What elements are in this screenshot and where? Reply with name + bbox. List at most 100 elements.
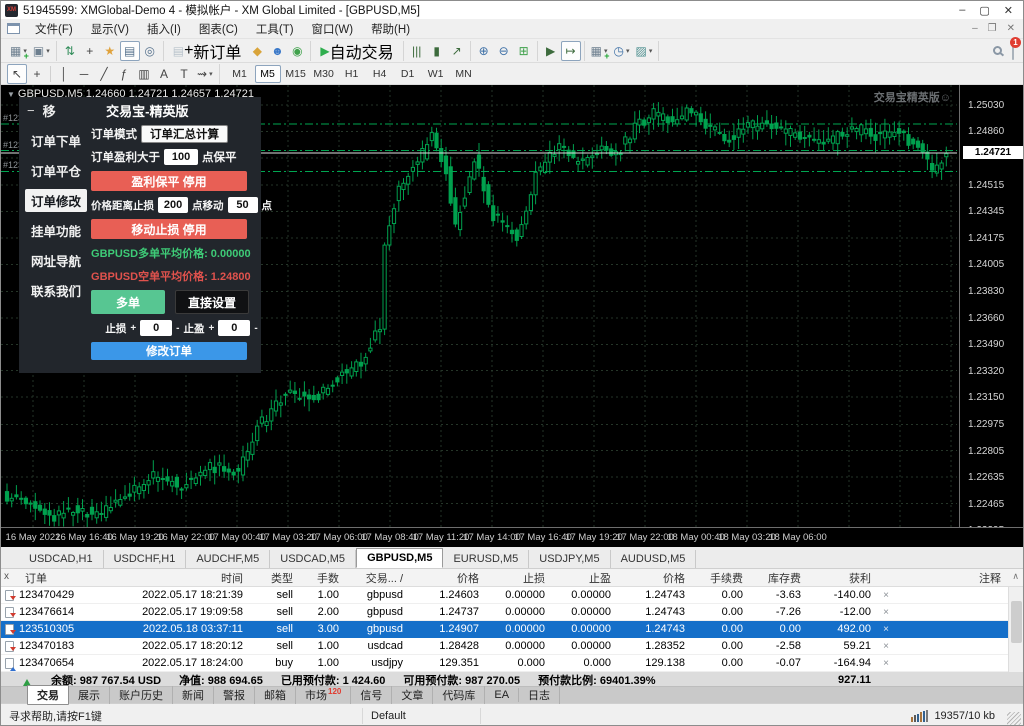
hline-tool[interactable]: ─	[74, 64, 94, 84]
terminal-tab-展示[interactable]: 展示	[69, 686, 110, 704]
order-row[interactable]: 1235103052022.05.18 03:37:11sell3.00gbpu…	[1, 621, 1023, 638]
panel-menu-订单平仓[interactable]: 订单平仓	[25, 159, 87, 182]
modify-order-button[interactable]: 修改订单	[91, 342, 247, 360]
profiles-button[interactable]: ▣▾	[30, 41, 53, 61]
chart-tab-usdjpy-m5[interactable]: USDJPY,M5	[529, 550, 610, 568]
terminal-tab-邮箱[interactable]: 邮箱	[255, 686, 296, 704]
direct-settings-button[interactable]: 直接设置	[175, 290, 249, 314]
chart-tab-usdcad-h1[interactable]: USDCAD,H1	[19, 550, 104, 568]
order-row[interactable]: 1234701832022.05.17 18:20:12sell1.00usdc…	[1, 638, 1023, 655]
panel-menu-网址导航[interactable]: 网址导航	[25, 249, 87, 272]
close-order-icon[interactable]: ×	[877, 607, 895, 618]
periods-button[interactable]: ◷▾	[611, 41, 633, 61]
menu-insert[interactable]: 插入(I)	[138, 22, 190, 38]
sl-input[interactable]	[140, 320, 172, 336]
maximize-button[interactable]: ▢	[979, 4, 989, 17]
close-order-icon[interactable]: ×	[877, 658, 895, 669]
profit-greater-input[interactable]	[164, 149, 198, 165]
order-row[interactable]: 1234706542022.05.17 18:24:00buy1.00usdjp…	[1, 655, 1023, 672]
order-row[interactable]: 1234704292022.05.17 18:21:39sell1.00gbpu…	[1, 587, 1023, 604]
panel-move-handle[interactable]: 移	[43, 101, 56, 120]
chart-bars-button[interactable]: |||	[407, 41, 427, 61]
crosshair-tool[interactable]: +	[27, 64, 47, 84]
new-order-button[interactable]: ▤+新订单	[167, 41, 248, 61]
metaeditor-button[interactable]: ◆	[247, 41, 267, 61]
timeframe-m5[interactable]: M5	[255, 65, 281, 83]
terminal-tab-市场[interactable]: 市场120	[296, 686, 351, 704]
menu-file[interactable]: 文件(F)	[26, 22, 82, 38]
trail-step-input[interactable]	[228, 197, 258, 213]
chart-tab-audusd-m5[interactable]: AUDUSD,M5	[611, 550, 697, 568]
terminal-button[interactable]: ▤	[120, 41, 140, 61]
chart-window-icon[interactable]	[7, 23, 20, 34]
strategy-tester-button[interactable]: ◎	[140, 41, 160, 61]
tp-plus[interactable]: +	[209, 323, 215, 334]
tp-minus[interactable]: -	[254, 323, 257, 334]
close-order-icon[interactable]: ×	[877, 624, 895, 635]
menu-charts[interactable]: 图表(C)	[190, 22, 247, 38]
terminal-tab-新闻[interactable]: 新闻	[173, 686, 214, 704]
time-axis[interactable]: 16 May 202216 May 16:4016 May 19:2016 Ma…	[1, 527, 1024, 547]
terminal-tab-账户历史[interactable]: 账户历史	[110, 686, 173, 704]
trendline-tool[interactable]: ╱	[94, 64, 114, 84]
order-row[interactable]: 1234766142022.05.17 19:09:58sell2.00gbpu…	[1, 604, 1023, 621]
resize-grip[interactable]	[1007, 712, 1021, 726]
text-tool[interactable]: A	[154, 64, 174, 84]
menu-window[interactable]: 窗口(W)	[303, 22, 363, 38]
panel-minimize-button[interactable]: −	[27, 103, 35, 118]
chart-tab-gbpusd-m5[interactable]: GBPUSD,M5	[356, 548, 443, 568]
chart-tab-audchf-m5[interactable]: AUDCHF,M5	[186, 550, 270, 568]
chevron-down-icon[interactable]: ▼	[7, 90, 15, 99]
auto-scroll-button[interactable]: ▶	[541, 41, 561, 61]
long-orders-button[interactable]: 多单	[91, 290, 165, 314]
data-window-button[interactable]: +	[80, 41, 100, 61]
menu-tools[interactable]: 工具(T)	[247, 22, 303, 38]
tile-windows-button[interactable]: ⊞	[514, 41, 534, 61]
timeframe-m1[interactable]: M1	[227, 65, 253, 83]
terminal-tab-代码库[interactable]: 代码库	[433, 686, 485, 704]
close-order-icon[interactable]: ×	[877, 590, 895, 601]
chat-button[interactable]: ☻	[267, 41, 287, 61]
terminal-tab-EA[interactable]: EA	[485, 688, 519, 702]
zoom-out-button[interactable]: ⊖	[494, 41, 514, 61]
child-minimize-button[interactable]: –	[972, 23, 978, 34]
close-button[interactable]: ✕	[1004, 4, 1013, 17]
connection-status[interactable]: 19357/10 kb	[934, 710, 995, 722]
terminal-tab-警报[interactable]: 警报	[214, 686, 255, 704]
notifications-button[interactable]: 1	[1012, 42, 1014, 60]
templates-button[interactable]: ▨▾	[633, 41, 656, 61]
close-order-icon[interactable]: ×	[877, 641, 895, 652]
terminal-tab-信号[interactable]: 信号	[351, 686, 392, 704]
community-button[interactable]: ◉	[287, 41, 307, 61]
market-watch-button[interactable]: ⇅	[60, 41, 80, 61]
navigator-button[interactable]: ★	[100, 41, 120, 61]
child-restore-button[interactable]: ❐	[988, 23, 997, 34]
menu-view[interactable]: 显示(V)	[82, 22, 138, 38]
order-summary-calc-button[interactable]: 订单汇总计算	[141, 125, 228, 143]
price-axis[interactable]: 1.250301.248601.245151.243451.241751.240…	[959, 85, 1024, 527]
terminal-tab-文章[interactable]: 文章	[392, 686, 433, 704]
zoom-in-button[interactable]: ⊕	[474, 41, 494, 61]
child-close-button[interactable]: ✕	[1007, 23, 1015, 34]
trail-distance-input[interactable]	[158, 197, 188, 213]
new-chart-button[interactable]: ▦+▾	[7, 41, 30, 61]
profile-selector[interactable]: Default	[363, 708, 481, 724]
timeframe-h4[interactable]: H4	[367, 65, 393, 83]
timeframe-w1[interactable]: W1	[423, 65, 449, 83]
panel-menu-联系我们[interactable]: 联系我们	[25, 279, 87, 302]
minimize-button[interactable]: –	[959, 4, 965, 17]
scrollbar-thumb[interactable]	[1011, 601, 1022, 643]
vline-tool[interactable]: │	[54, 64, 74, 84]
chart-tab-usdchf-h1[interactable]: USDCHF,H1	[104, 550, 187, 568]
chart-tab-eurusd-m5[interactable]: EURUSD,M5	[443, 550, 529, 568]
autotrading-button[interactable]: ▶自动交易	[314, 41, 399, 61]
timeframe-d1[interactable]: D1	[395, 65, 421, 83]
channel-tool[interactable]: ▥	[134, 64, 154, 84]
terminal-scrollbar[interactable]	[1008, 587, 1023, 672]
timeframe-h1[interactable]: H1	[339, 65, 365, 83]
menu-help[interactable]: 帮助(H)	[362, 22, 419, 38]
chart-tab-usdcad-m5[interactable]: USDCAD,M5	[270, 550, 356, 568]
timeframe-m15[interactable]: M15	[283, 65, 309, 83]
chart-shift-button[interactable]: ↦	[561, 41, 581, 61]
chart-area[interactable]: ▼GBPUSD,M5 1.24660 1.24721 1.24657 1.247…	[1, 85, 1024, 547]
